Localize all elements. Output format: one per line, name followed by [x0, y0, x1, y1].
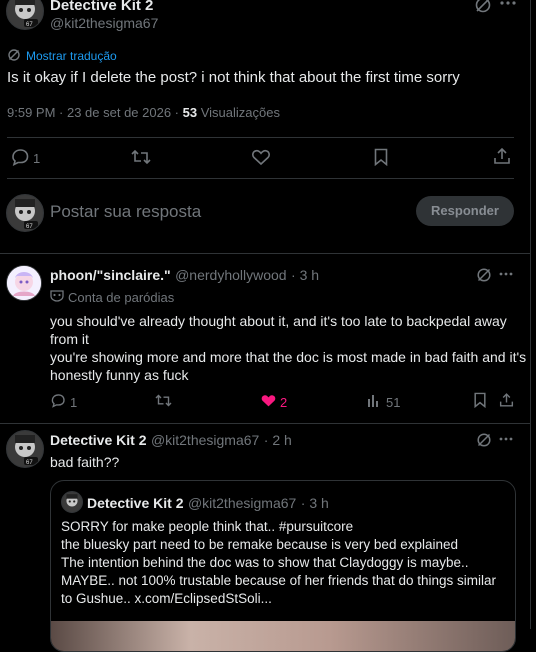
reply-icon[interactable] — [50, 393, 66, 408]
more-options-icon[interactable] — [499, 270, 513, 278]
parody-mask-icon — [50, 290, 64, 302]
show-translation-link[interactable]: Mostrar tradução — [26, 49, 117, 63]
quoted-text: SORRY for make people think that.. #purs… — [61, 518, 509, 608]
avatar[interactable]: 67 — [6, 430, 44, 468]
post-text: Is it okay if I delete the post? i not t… — [7, 69, 460, 86]
reply-count: 1 — [70, 395, 78, 410]
repost-icon[interactable] — [130, 148, 152, 166]
like-count: 2 — [280, 395, 288, 410]
divider — [0, 253, 530, 254]
like-icon-filled[interactable] — [260, 393, 277, 408]
reply-input[interactable]: Postar sua resposta — [50, 202, 390, 222]
author-name[interactable]: phoon/"sinclaire." — [50, 267, 171, 283]
reply-text: bad faith?? — [50, 454, 120, 470]
post-time[interactable]: · 3 h — [291, 267, 319, 283]
author-handle[interactable]: @nerdyhollywood — [175, 267, 287, 283]
timeline-border — [530, 0, 531, 629]
text-line: MAYBE.. not 100% trustable because of he… — [61, 573, 496, 588]
text-line: you're showing more and more that the do… — [50, 349, 527, 365]
avatar[interactable] — [6, 265, 42, 301]
like-icon[interactable] — [251, 148, 271, 166]
author-handle[interactable]: @kit2thesigma67 — [50, 15, 158, 31]
text-line: The intention behind the doc was to show… — [61, 555, 469, 570]
quoted-post-time: · 3 h — [300, 495, 329, 511]
composer-avatar[interactable]: 67 — [6, 194, 44, 232]
quoted-author-handle: @kit2thesigma67 — [187, 495, 297, 511]
translate-icon[interactable] — [7, 48, 21, 62]
post-meta: 9:59 PM · 23 de set de 2026 · 53 Visuali… — [7, 105, 280, 120]
svg-text:67: 67 — [26, 224, 33, 230]
svg-text:67: 67 — [26, 460, 33, 466]
reply-text: you should've already thought about it, … — [50, 312, 527, 384]
quoted-header: Detective Kit 2 @kit2thesigma67 · 3 h — [87, 495, 329, 513]
quoted-media-image[interactable] — [51, 621, 515, 651]
views-label: Visualizações — [200, 105, 280, 120]
author-name[interactable]: Detective Kit 2 — [50, 0, 153, 14]
text-line: honestly funny as fuck — [50, 367, 189, 383]
text-line: from it — [50, 331, 89, 347]
post-timestamp[interactable]: 9:59 PM · 23 de set de 2026 · — [7, 105, 179, 120]
more-options-icon[interactable] — [499, 435, 513, 443]
grok-icon[interactable] — [476, 267, 492, 283]
author-name[interactable]: Detective Kit 2 — [50, 432, 146, 448]
quoted-author-name: Detective Kit 2 — [87, 495, 184, 511]
divider — [0, 423, 530, 424]
share-icon[interactable] — [499, 392, 514, 408]
quoted-post[interactable]: Detective Kit 2 @kit2thesigma67 · 3 h SO… — [50, 480, 516, 652]
views-count: 51 — [386, 395, 401, 410]
views-icon[interactable] — [367, 393, 381, 408]
bookmark-icon[interactable] — [373, 148, 389, 166]
text-line: SORRY for make people think that.. #purs… — [61, 519, 354, 534]
parody-badge: Conta de paródias — [68, 290, 175, 305]
reply-count: 1 — [33, 151, 41, 166]
svg-text:67: 67 — [26, 22, 33, 28]
avatar[interactable]: 67 — [6, 0, 44, 30]
text-line: to Gushue.. x.com/EclipsedStSoli... — [61, 591, 272, 606]
repost-icon[interactable] — [154, 393, 173, 408]
text-line: the bluesky part need to be remake becau… — [61, 537, 458, 552]
views-count: 53 — [182, 105, 198, 120]
post-time[interactable]: · 2 h — [264, 432, 292, 448]
reply-icon[interactable] — [10, 148, 30, 166]
share-icon[interactable] — [493, 147, 511, 165]
divider — [7, 137, 514, 138]
divider — [7, 178, 514, 179]
reply-header: Detective Kit 2 @kit2thesigma67 · 2 h — [50, 432, 292, 450]
bookmark-icon[interactable] — [473, 392, 487, 408]
author-handle[interactable]: @kit2thesigma67 — [151, 432, 259, 448]
grok-icon[interactable] — [476, 432, 492, 448]
quoted-avatar — [61, 491, 83, 513]
grok-icon[interactable] — [474, 0, 492, 14]
reply-header: phoon/"sinclaire." @nerdyhollywood · 3 h — [50, 267, 319, 285]
text-line: you should've already thought about it, … — [50, 313, 507, 329]
more-options-icon[interactable] — [500, 0, 516, 8]
reply-button[interactable]: Responder — [416, 196, 514, 226]
